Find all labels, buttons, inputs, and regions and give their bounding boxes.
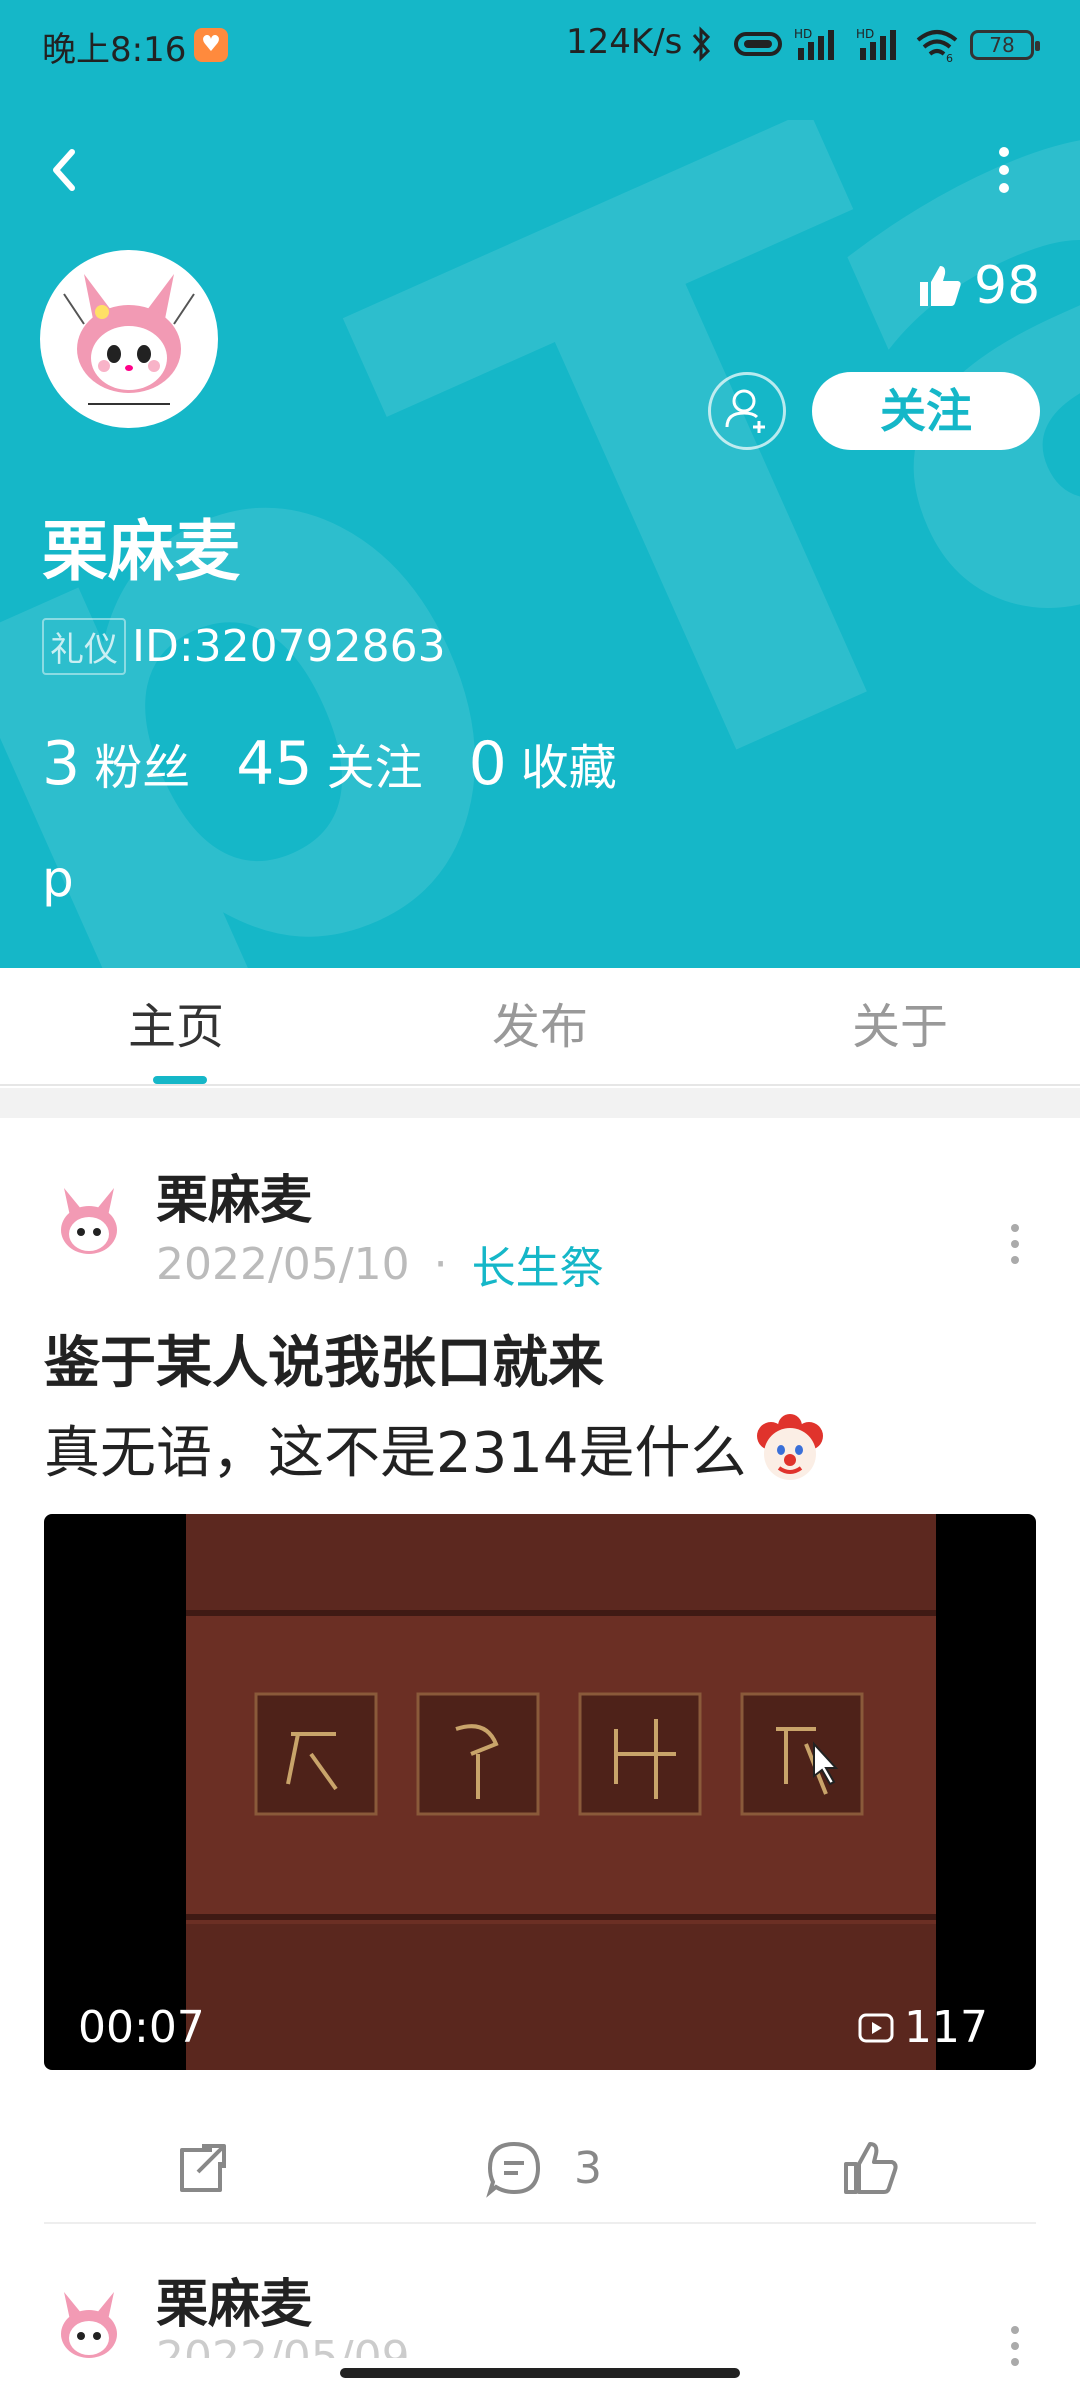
avatar-image — [44, 2282, 134, 2372]
post-meta: 2022/05/10 · 长生祭 — [156, 1232, 604, 1296]
post-more-button[interactable] — [1000, 2316, 1030, 2376]
wifi-icon: 6 — [916, 30, 958, 62]
tab-home[interactable]: 主页 — [0, 968, 360, 1084]
profile-stats: 3 粉丝 45 关注 0 收藏 — [42, 728, 663, 799]
svg-text:HD: HD — [794, 27, 812, 41]
share-button[interactable] — [172, 2138, 232, 2198]
svg-text:6: 6 — [946, 52, 953, 62]
comment-icon — [486, 2141, 541, 2198]
comment-button[interactable]: 3 — [484, 2138, 602, 2198]
likes-value: 98 — [974, 256, 1041, 316]
more-options-button[interactable] — [984, 140, 1024, 200]
network-speed: 124K/s — [566, 22, 683, 62]
role-tag: 礼仪 — [42, 618, 126, 675]
post-author-avatar[interactable] — [44, 2282, 134, 2372]
profile-username: 栗麻麦 — [42, 513, 240, 590]
video-duration: 00:07 — [78, 2002, 205, 2053]
signal-hd-icon: HD — [794, 27, 834, 60]
video-thumbnail — [186, 1514, 936, 2070]
post-title[interactable]: 鉴于某人说我张口就来 — [44, 1318, 604, 1399]
profile-header: pTa 晚上8:16 ♥ 124K/s HD HD 6 78 98 关注 栗麻麦… — [0, 0, 1080, 968]
profile-tabs: 主页 发布 关于 — [0, 968, 1080, 1086]
follow-button[interactable]: 关注 — [812, 372, 1040, 450]
battery-icon: 78 — [970, 30, 1040, 60]
followers-count[interactable]: 3 — [42, 729, 80, 799]
avatar-image — [44, 1178, 134, 1268]
post-divider — [44, 2222, 1036, 2224]
followers-label[interactable]: 粉丝 — [94, 728, 190, 798]
thumbs-up-icon — [920, 266, 961, 306]
post-author-avatar[interactable] — [44, 1178, 134, 1268]
thumbs-up-icon — [844, 2142, 898, 2194]
post-author-name[interactable]: 栗麻麦 — [156, 2262, 312, 2337]
status-time: 晚上8:16 — [42, 30, 187, 70]
post-actions: 3 — [0, 2118, 1080, 2218]
tab-posts[interactable]: 发布 — [360, 968, 720, 1084]
tab-about[interactable]: 关于 — [720, 968, 1080, 1084]
post-topic-link[interactable]: 长生祭 — [472, 1232, 604, 1296]
add-friend-button[interactable] — [708, 372, 786, 450]
profile-bio: p — [42, 850, 74, 908]
play-count-icon — [858, 2013, 894, 2042]
status-bar: 晚上8:16 ♥ 124K/s HD HD 6 78 — [0, 0, 1080, 90]
back-button[interactable] — [36, 140, 96, 200]
favorites-label[interactable]: 收藏 — [521, 728, 617, 798]
app-notification-icon: ♥ — [194, 28, 228, 62]
play-count-value: 117 — [904, 2002, 988, 2053]
bluetooth-icon — [692, 26, 711, 62]
post-body-text: 真无语，这不是2314是什么 — [44, 1421, 747, 1486]
video-play-count: 117 — [858, 2002, 988, 2053]
post-author-name[interactable]: 栗麻麦 — [156, 1158, 312, 1233]
home-indicator[interactable] — [340, 2368, 740, 2378]
section-gap — [0, 1088, 1080, 1118]
following-count[interactable]: 45 — [236, 729, 312, 799]
avatar-image — [44, 254, 214, 424]
vibrate-icon — [734, 32, 782, 56]
svg-text:HD: HD — [856, 27, 874, 41]
signal-hd-icon: HD — [856, 27, 896, 60]
video-player[interactable]: 00:07 117 — [44, 1514, 1036, 2070]
like-button[interactable] — [840, 2138, 900, 2198]
profile-id-row: 礼仪 ID:320792863 — [42, 618, 446, 675]
likes-count: 98 — [916, 256, 1040, 316]
profile-avatar[interactable] — [40, 250, 218, 428]
meta-separator: · — [433, 1238, 448, 1290]
post-more-button[interactable] — [1000, 1214, 1030, 1274]
comment-count: 3 — [574, 2142, 602, 2194]
following-label[interactable]: 关注 — [327, 728, 423, 798]
favorites-count[interactable]: 0 — [469, 729, 507, 799]
post-date: 2022/05/10 — [156, 1238, 410, 1290]
clown-emoji-icon — [756, 1413, 823, 1480]
post-body[interactable]: 真无语，这不是2314是什么 — [44, 1408, 827, 1489]
user-id[interactable]: ID:320792863 — [132, 621, 446, 672]
share-icon — [180, 2144, 226, 2192]
post-date: 2022/05/09 — [156, 2338, 410, 2358]
